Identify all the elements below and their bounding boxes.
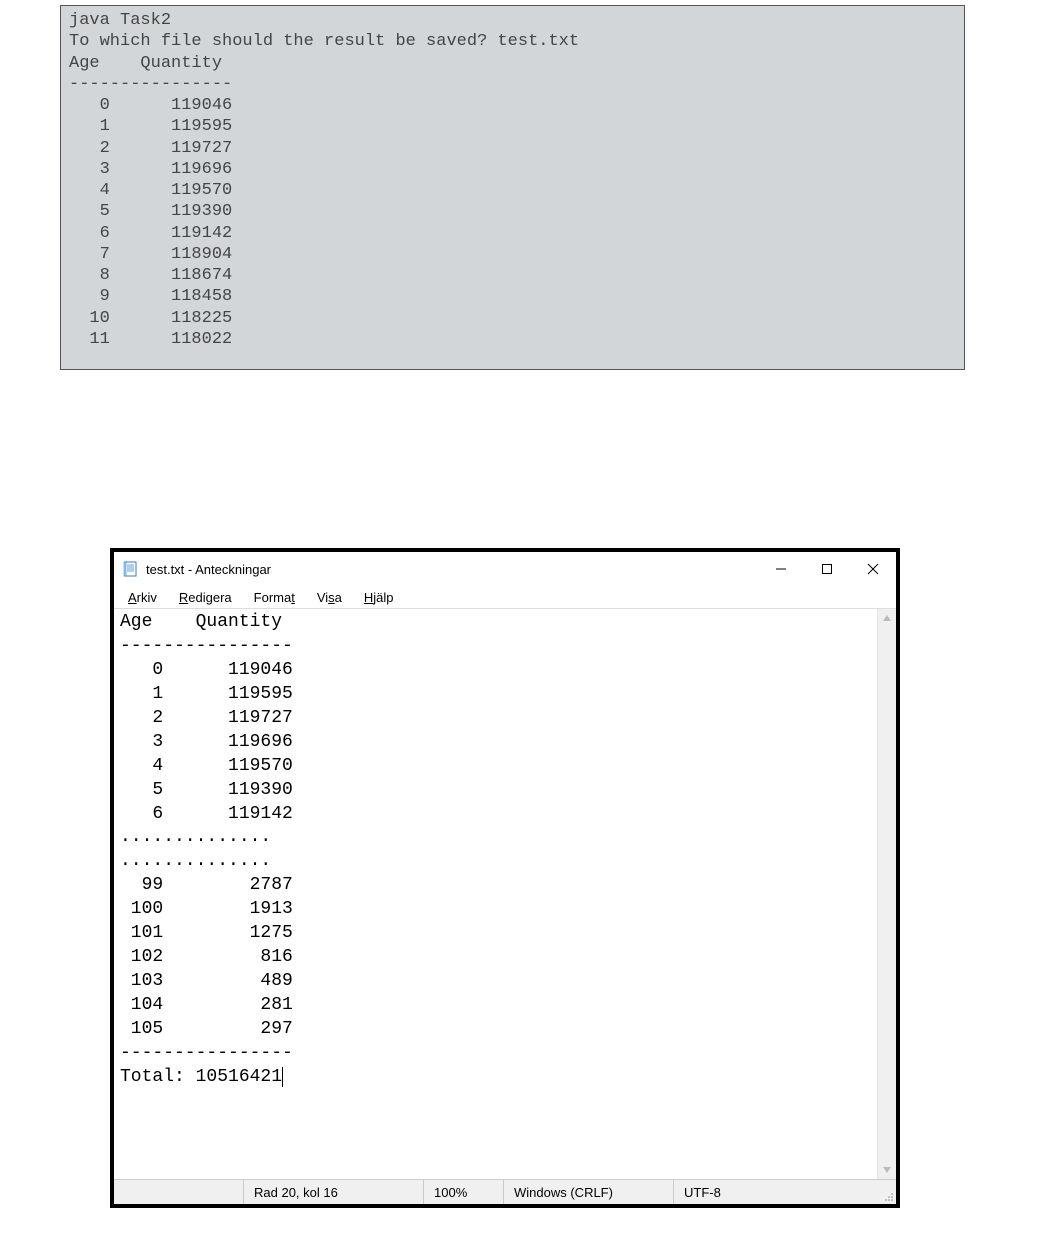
status-encoding: UTF-8: [674, 1180, 896, 1204]
scroll-down-icon[interactable]: [878, 1161, 896, 1179]
console-output: java Task2 To which file should the resu…: [60, 5, 965, 370]
resize-grip-icon[interactable]: [882, 1190, 894, 1202]
status-line-ending: Windows (CRLF): [504, 1180, 674, 1204]
close-button[interactable]: [850, 554, 896, 584]
menu-hjalp[interactable]: Hjälp: [356, 589, 402, 606]
status-cursor-position: Rad 20, kol 16: [244, 1180, 424, 1204]
menubar: Arkiv Redigera Format Visa Hjälp: [114, 586, 896, 608]
status-empty: [114, 1180, 244, 1204]
menu-format[interactable]: Format: [246, 589, 303, 606]
titlebar[interactable]: test.txt - Anteckningar: [114, 552, 896, 586]
statusbar: Rad 20, kol 16 100% Windows (CRLF) UTF-8: [114, 1179, 896, 1204]
window-title: test.txt - Anteckningar: [146, 562, 271, 577]
editor-content[interactable]: Age Quantity ---------------- 0 119046 1…: [114, 609, 877, 1179]
text-cursor: [282, 1067, 283, 1087]
editor-area: Age Quantity ---------------- 0 119046 1…: [114, 608, 896, 1179]
vertical-scrollbar[interactable]: [877, 609, 896, 1179]
scroll-up-icon[interactable]: [878, 609, 896, 627]
minimize-button[interactable]: [758, 554, 804, 584]
notepad-icon: [122, 560, 140, 578]
menu-visa[interactable]: Visa: [309, 589, 350, 606]
menu-redigera[interactable]: Redigera: [171, 589, 240, 606]
menu-arkiv[interactable]: Arkiv: [120, 589, 165, 606]
notepad-window: test.txt - Anteckningar Arkiv Redigera F…: [110, 548, 900, 1208]
maximize-button[interactable]: [804, 554, 850, 584]
status-zoom: 100%: [424, 1180, 504, 1204]
